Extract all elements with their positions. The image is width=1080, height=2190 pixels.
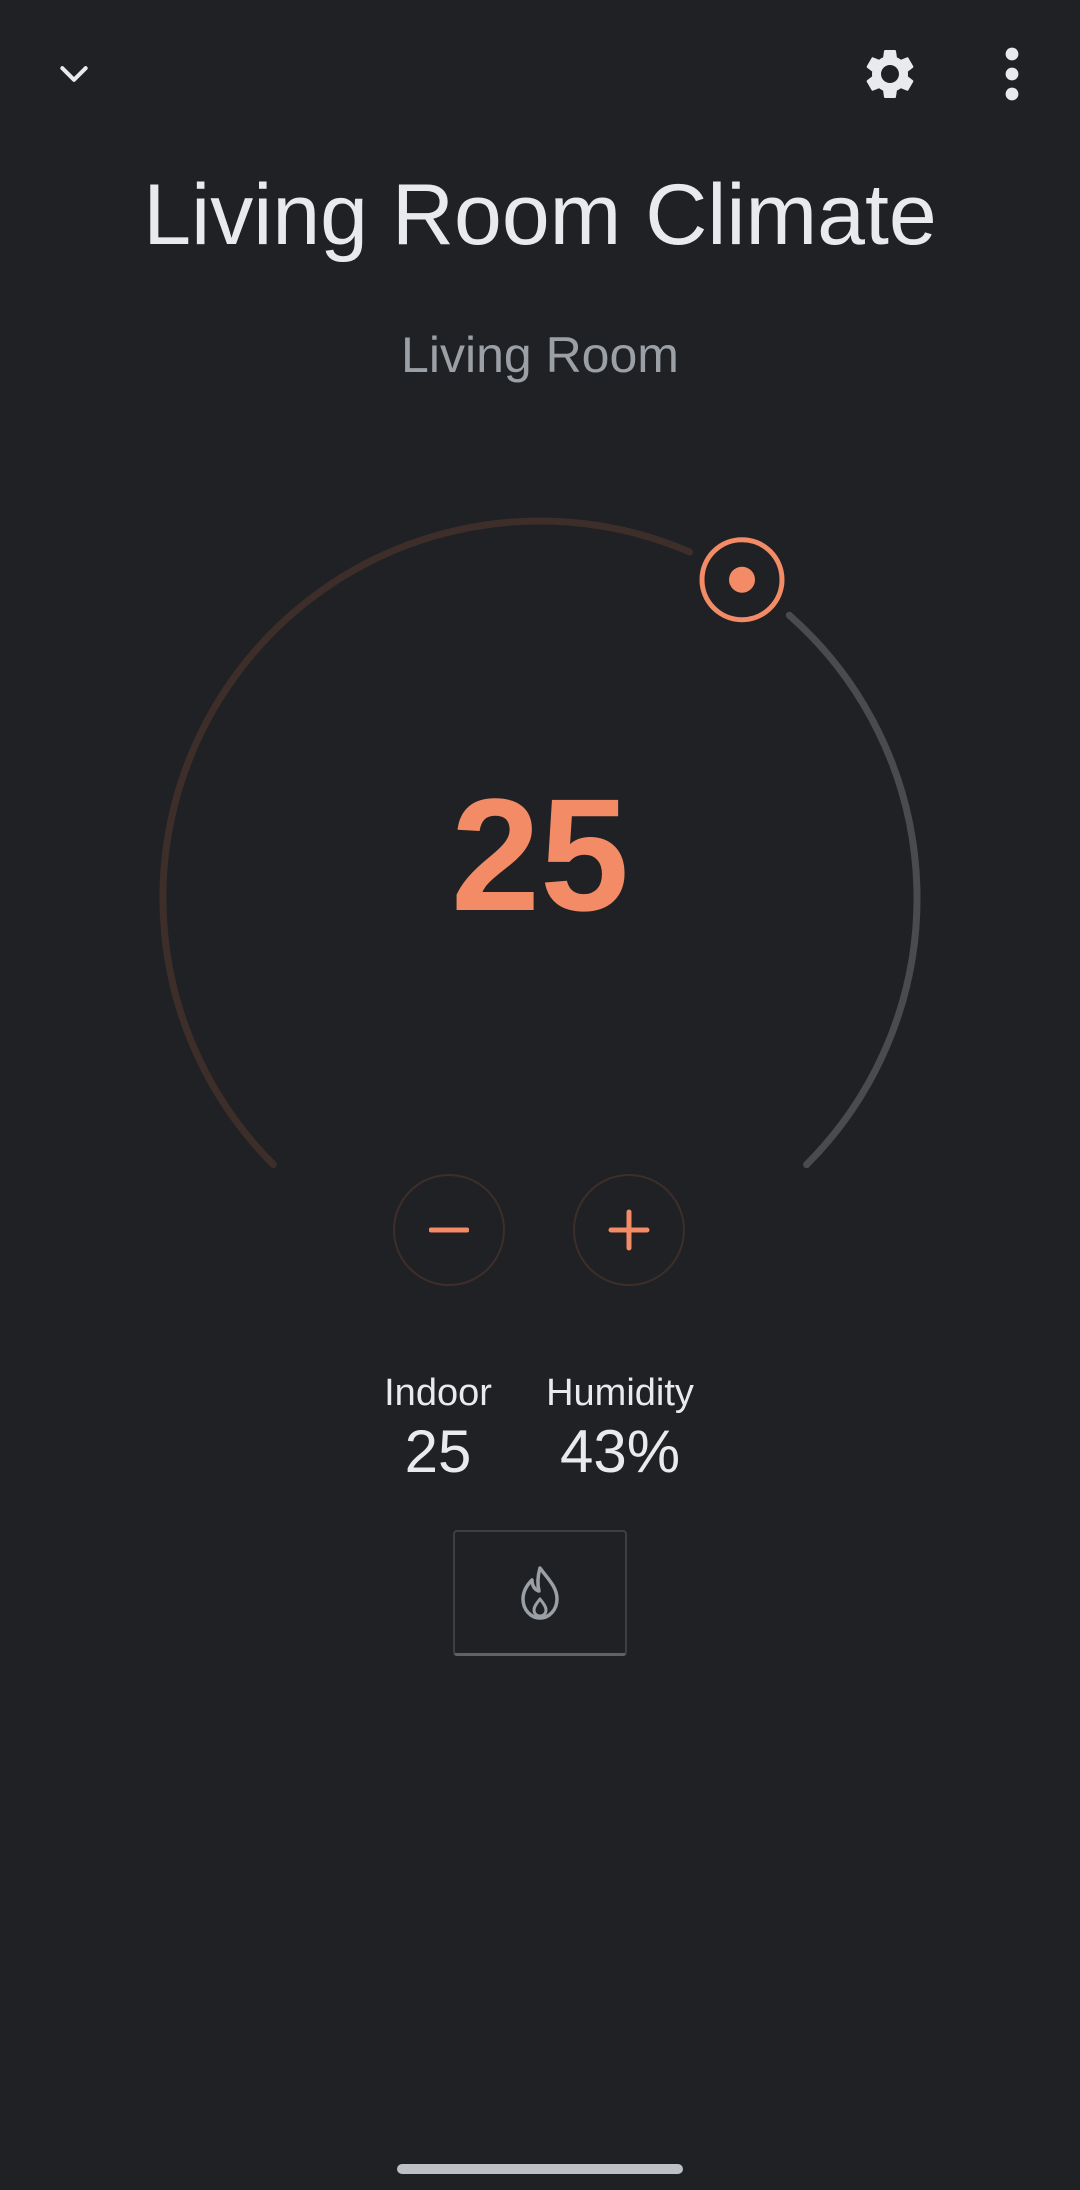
flame-icon [521, 1565, 559, 1620]
settings-button[interactable] [840, 24, 940, 124]
increase-temperature-button[interactable] [573, 1174, 685, 1286]
chevron-down-icon [60, 66, 88, 82]
plus-icon [608, 1209, 650, 1251]
indoor-label: Indoor [384, 1372, 492, 1414]
heat-mode-button[interactable] [453, 1530, 627, 1656]
collapse-button[interactable] [24, 24, 124, 124]
gear-icon [866, 50, 914, 98]
device-title: Living Room Climate [143, 167, 937, 263]
setpoint-temperature: 25 [451, 765, 629, 944]
home-indicator[interactable] [397, 2164, 683, 2174]
indoor-value: 25 [404, 1418, 472, 1485]
room-name: Living Room [401, 327, 679, 383]
decrease-temperature-button[interactable] [393, 1174, 505, 1286]
dial-handle[interactable] [696, 533, 788, 626]
humidity-label: Humidity [546, 1372, 694, 1414]
humidity: Humidity 43% [525, 1370, 715, 1488]
more-options-button[interactable] [962, 24, 1062, 124]
humidity-value: 43% [559, 1418, 681, 1485]
minus-icon [429, 1227, 469, 1233]
indoor-temperature: Indoor 25 [358, 1370, 518, 1488]
thermostat-screen: Living Room Climate Living Room 25 Indoo… [0, 0, 1080, 2190]
more-vert-icon [1005, 47, 1019, 101]
